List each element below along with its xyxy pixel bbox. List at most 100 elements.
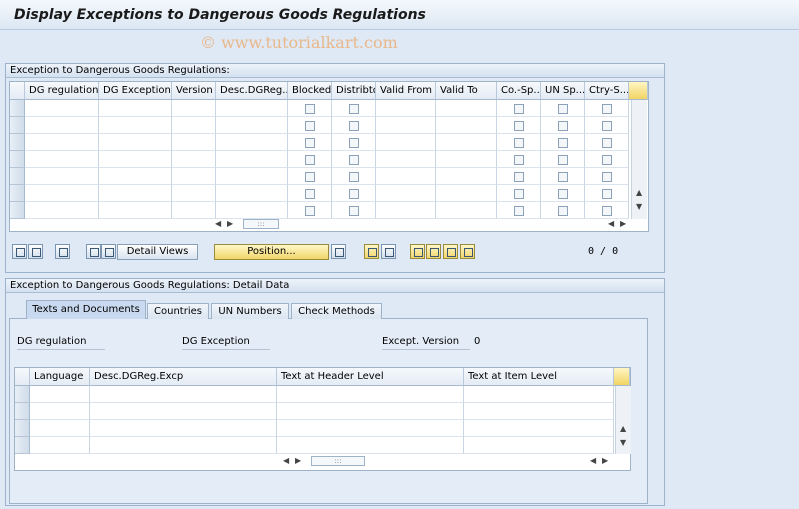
row-selector[interactable] <box>10 100 25 117</box>
column-header[interactable]: Valid To <box>436 82 497 100</box>
row-selector[interactable] <box>10 117 25 134</box>
checkbox[interactable] <box>602 138 612 148</box>
checkbox[interactable] <box>305 172 315 182</box>
column-header[interactable]: Desc.DGReg.Excp <box>90 368 277 386</box>
position-button[interactable]: Position... <box>214 244 329 260</box>
checkbox[interactable] <box>558 155 568 165</box>
column-header[interactable]: Ctry-S... <box>585 82 629 100</box>
choose-icon[interactable] <box>101 244 116 259</box>
scroll-left-icon[interactable]: ◀ <box>590 456 596 465</box>
horizontal-scrollbar-right[interactable]: ◀ ▶ <box>590 456 620 467</box>
scroll-right-icon[interactable]: ▶ <box>602 456 608 465</box>
row-selector[interactable] <box>10 185 25 202</box>
scroll-left-icon[interactable]: ◀ <box>283 456 289 465</box>
checkbox[interactable] <box>349 206 359 216</box>
scroll-right-icon[interactable]: ▶ <box>620 219 626 228</box>
checkbox[interactable] <box>514 189 524 199</box>
checkbox[interactable] <box>602 155 612 165</box>
scroll-right-icon[interactable]: ▶ <box>227 219 233 228</box>
position-config-icon[interactable] <box>331 244 346 259</box>
select-all-icon[interactable] <box>364 244 379 259</box>
checkbox[interactable] <box>602 172 612 182</box>
checkbox[interactable] <box>349 104 359 114</box>
row-selector[interactable] <box>10 168 25 185</box>
next-page-icon[interactable] <box>443 244 458 259</box>
scroll-up-icon[interactable]: ▲ <box>620 424 626 433</box>
scroll-thumb[interactable]: ::: <box>243 219 279 229</box>
checkbox[interactable] <box>514 104 524 114</box>
scroll-down-icon[interactable]: ▼ <box>620 438 626 447</box>
row-selector[interactable] <box>15 437 30 454</box>
checkbox[interactable] <box>602 189 612 199</box>
tab-countries[interactable]: Countries <box>147 303 209 319</box>
checkbox[interactable] <box>514 172 524 182</box>
column-header[interactable]: Blocked <box>288 82 332 100</box>
checkbox[interactable] <box>558 206 568 216</box>
checkbox[interactable] <box>602 206 612 216</box>
column-header[interactable]: Co.-Sp... <box>497 82 541 100</box>
copy-icon[interactable] <box>28 244 43 259</box>
checkbox[interactable] <box>558 138 568 148</box>
column-header[interactable]: DG Exception <box>99 82 172 100</box>
checkbox[interactable] <box>514 155 524 165</box>
row-selector[interactable] <box>15 386 30 403</box>
tab-un-numbers[interactable]: UN Numbers <box>211 303 289 319</box>
horizontal-scrollbar-right[interactable]: ◀ ▶ <box>608 219 638 230</box>
column-header[interactable]: Desc.DGReg.... <box>216 82 288 100</box>
checkbox[interactable] <box>558 172 568 182</box>
checkbox[interactable] <box>558 104 568 114</box>
column-settings-icon[interactable] <box>614 368 630 386</box>
checkbox[interactable] <box>305 104 315 114</box>
checkbox[interactable] <box>349 189 359 199</box>
checkbox[interactable] <box>514 206 524 216</box>
deselect-all-icon[interactable] <box>381 244 396 259</box>
column-header[interactable]: Valid From <box>376 82 436 100</box>
checkbox[interactable] <box>514 121 524 131</box>
vertical-scrollbar[interactable]: ▲ ▼ <box>615 386 631 454</box>
scroll-left-icon[interactable]: ◀ <box>215 219 221 228</box>
column-settings-icon[interactable] <box>629 82 648 100</box>
scroll-down-icon[interactable]: ▼ <box>636 202 642 211</box>
row-selector[interactable] <box>10 134 25 151</box>
column-header[interactable]: Text at Item Level <box>464 368 614 386</box>
scroll-thumb[interactable]: ::: <box>311 456 365 466</box>
scroll-left-icon[interactable]: ◀ <box>608 219 614 228</box>
scroll-right-icon[interactable]: ▶ <box>295 456 301 465</box>
checkbox[interactable] <box>305 189 315 199</box>
checkbox[interactable] <box>305 206 315 216</box>
checkbox[interactable] <box>305 138 315 148</box>
column-header[interactable]: Distribtd <box>332 82 376 100</box>
delete-icon[interactable] <box>55 244 70 259</box>
column-header[interactable]: Language <box>30 368 90 386</box>
create-icon[interactable] <box>12 244 27 259</box>
column-header[interactable]: Text at Header Level <box>277 368 464 386</box>
checkbox[interactable] <box>305 121 315 131</box>
last-page-icon[interactable] <box>460 244 475 259</box>
row-selector[interactable] <box>10 151 25 168</box>
checkbox[interactable] <box>558 189 568 199</box>
checkbox[interactable] <box>349 155 359 165</box>
tab-check-methods[interactable]: Check Methods <box>291 303 382 319</box>
horizontal-scrollbar[interactable]: ◀ ▶::: <box>215 219 285 230</box>
first-page-icon[interactable] <box>410 244 425 259</box>
checkbox[interactable] <box>349 138 359 148</box>
checkbox[interactable] <box>514 138 524 148</box>
scroll-up-icon[interactable]: ▲ <box>636 188 642 197</box>
checkbox[interactable] <box>602 104 612 114</box>
detail-views-button[interactable]: Detail Views <box>117 244 198 260</box>
checkbox[interactable] <box>349 121 359 131</box>
vertical-scrollbar[interactable]: ▲ ▼ <box>631 100 647 219</box>
column-header[interactable]: Version <box>172 82 216 100</box>
tab-texts-and-documents[interactable]: Texts and Documents <box>26 300 146 319</box>
detail-icon[interactable] <box>86 244 101 259</box>
previous-page-icon[interactable] <box>426 244 441 259</box>
column-header[interactable]: DG regulation <box>25 82 99 100</box>
checkbox[interactable] <box>349 172 359 182</box>
horizontal-scrollbar[interactable]: ◀ ▶::: <box>283 456 373 467</box>
row-selector[interactable] <box>10 202 25 219</box>
column-header[interactable]: UN Sp... <box>541 82 585 100</box>
checkbox[interactable] <box>305 155 315 165</box>
row-selector[interactable] <box>15 420 30 437</box>
row-selector[interactable] <box>15 403 30 420</box>
checkbox[interactable] <box>558 121 568 131</box>
